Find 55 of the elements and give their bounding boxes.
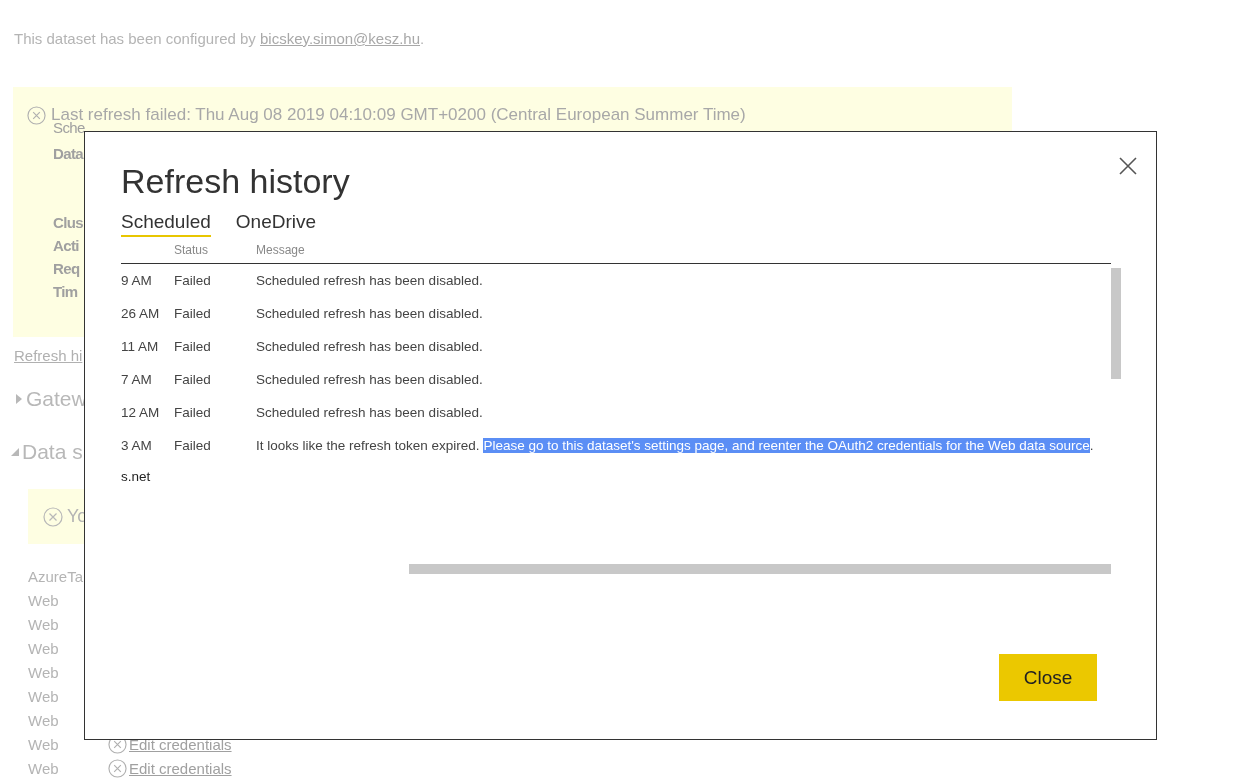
- error-circle-icon: [43, 506, 63, 527]
- data-source-type: Web: [28, 663, 60, 681]
- vertical-scrollbar[interactable]: [1111, 268, 1121, 379]
- status-cell-text: Failed: [174, 306, 212, 321]
- banner-text: Data: [53, 145, 84, 162]
- message-cell-text: Scheduled refresh has been disabled.: [256, 405, 484, 420]
- tab[interactable]: Scheduled: [121, 209, 211, 237]
- data-source-type: Web: [28, 759, 60, 777]
- expand-triangle-icon[interactable]: [14, 394, 24, 404]
- column-header: Message: [256, 243, 306, 257]
- error-circle-icon: [108, 758, 127, 778]
- refresh-history-link[interactable]: Refresh hi: [14, 347, 83, 364]
- time-cell-text: 11 AM: [121, 339, 160, 354]
- time-cell-text: 12 AM: [121, 405, 161, 420]
- status-cell-text: Failed: [174, 438, 212, 453]
- time-cell-text: 3 AM: [121, 438, 153, 453]
- message-cell-text: Scheduled refresh has been disabled.: [256, 306, 484, 321]
- edit-credentials-link[interactable]: Edit credentials: [129, 759, 232, 777]
- time-cell-text: 26 AM: [121, 306, 161, 321]
- data-source-url: s.net: [121, 469, 152, 484]
- data-source-type: Web: [28, 615, 60, 633]
- column-header: Status: [174, 243, 210, 257]
- close-icon[interactable]: [1118, 156, 1138, 176]
- close-button[interactable]: Close: [999, 654, 1097, 701]
- status-cell-text: Failed: [174, 405, 212, 420]
- dialog-title: Refresh history: [121, 161, 350, 202]
- time-cell-text: 7 AM: [121, 372, 153, 387]
- edit-credentials-link[interactable]: Edit credentials: [129, 735, 232, 753]
- message-cell-text: Scheduled refresh has been disabled.: [256, 372, 484, 387]
- data-source-type: Web: [28, 687, 60, 705]
- error-circle-icon: [27, 105, 46, 125]
- data-source-type: Web: [28, 711, 60, 729]
- section-heading[interactable]: Data s: [22, 440, 83, 464]
- data-source-type: AzureTa: [28, 567, 85, 585]
- message-cell-text: Scheduled refresh has been disabled.: [256, 273, 484, 288]
- banner-text: Acti: [53, 237, 79, 254]
- banner-text: Clus: [53, 214, 84, 231]
- configured-by-text: This dataset has been configured by bicskey.simon@kesz.hu.: [14, 30, 426, 49]
- email-link[interactable]: bicskey.simon@kesz.hu: [260, 30, 420, 47]
- time-cell-text: 9 AM: [121, 273, 153, 288]
- collapse-triangle-icon[interactable]: [10, 447, 20, 457]
- status-cell-text: Failed: [174, 273, 212, 288]
- message-cell-text: Scheduled refresh has been disabled.: [256, 339, 484, 354]
- section-heading[interactable]: Gatew: [26, 387, 87, 411]
- data-source-type: Web: [28, 735, 60, 753]
- message-cell-text: It looks like the refresh token expired. Please go to this dataset's settings page, and reenter the OAuth2 credentials for the Web data source.: [256, 438, 1095, 453]
- data-source-type: Web: [28, 639, 60, 657]
- data-source-type: Web: [28, 591, 60, 609]
- status-cell-text: Failed: [174, 372, 212, 387]
- banner-text: Sche: [53, 119, 85, 136]
- banner-text: Req: [53, 260, 80, 277]
- status-cell-text: Failed: [174, 339, 212, 354]
- horizontal-scrollbar[interactable]: [409, 564, 1111, 574]
- banner-text: Tim: [53, 283, 78, 300]
- tab[interactable]: OneDrive: [235, 209, 317, 237]
